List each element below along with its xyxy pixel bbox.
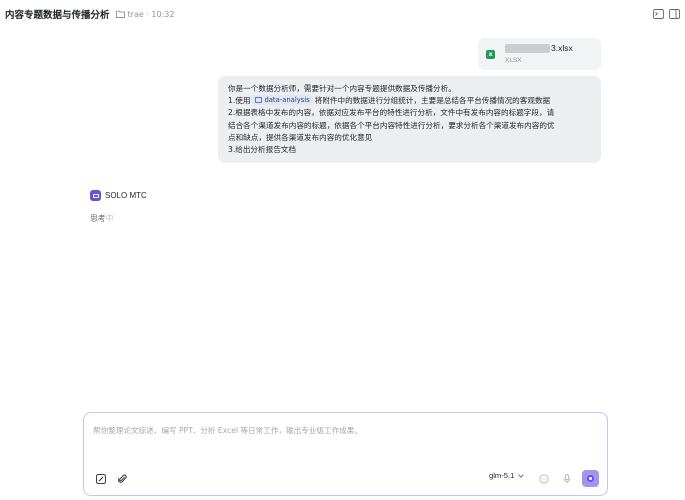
panel-toggle-button[interactable]	[667, 7, 681, 21]
thinking-text: 思考	[90, 214, 106, 223]
chat-mode-button[interactable]	[538, 473, 550, 485]
skill-chip[interactable]: data-analysis	[252, 95, 313, 106]
chat-bubble-icon	[539, 474, 549, 484]
voice-input-button[interactable]	[561, 473, 573, 485]
message-composer[interactable]: 帮你整理论文综述、编写 PPT、分析 Excel 等日常工作，输出专业级工作成果…	[83, 412, 608, 496]
attachment-card[interactable]: x 3.xlsx XLSX	[478, 38, 601, 70]
send-button[interactable]	[582, 470, 599, 487]
attachment-name: 3.xlsx	[551, 43, 573, 53]
message-line: 1.使用 data-analysis 将附件中的数据进行分组统计，主要是总结各平台传…	[228, 95, 592, 107]
edit-mode-button[interactable]	[95, 473, 107, 485]
top-bar: 内容专题数据与传播分析 trae · 10:32	[0, 0, 685, 28]
message-line: 点和缺点，提供各渠道发布内容的优化意见	[228, 132, 373, 142]
terminal-button[interactable]	[651, 7, 665, 21]
edit-box-icon	[96, 474, 106, 484]
side-panel-icon	[668, 9, 680, 19]
skill-chip-label: data-analysis	[264, 96, 310, 105]
microphone-icon	[563, 474, 571, 484]
message-text: 1.使用	[228, 96, 251, 106]
user-message: 你是一个数据分析师，需要针对一个内容专题提供数据及传播分析。 1.使用 data-…	[218, 76, 601, 163]
thinking-status: 思考中	[90, 213, 113, 224]
skill-icon	[255, 97, 263, 104]
agent-name: SOLO MTC	[105, 191, 147, 200]
thinking-text-dim: 中	[105, 214, 114, 223]
redacted-filename	[505, 44, 550, 53]
chevron-down-icon	[518, 473, 525, 478]
message-line: 3.给出分析报告文档	[228, 145, 296, 155]
message-line: 结合各个渠道发布内容的标题，依据各个平台内容特性进行分析，要求分析各个渠道发布内…	[228, 120, 555, 130]
paperclip-icon	[117, 474, 127, 483]
attachment-type: XLSX	[505, 57, 522, 64]
message-text: 将附件中的数据进行分组统计，主要是总结各平台传播情况的客观数据	[314, 96, 551, 106]
record-icon	[587, 475, 594, 482]
model-selector[interactable]: glm-5.1	[489, 471, 525, 480]
assistant-header: SOLO MTC	[90, 190, 147, 201]
project-meta[interactable]: trae · 10:32	[115, 9, 175, 19]
project-meta-text: trae · 10:32	[127, 9, 175, 19]
terminal-icon	[652, 9, 664, 19]
model-name: glm-5.1	[489, 471, 515, 480]
excel-file-icon: x	[486, 50, 495, 59]
message-line: 你是一个数据分析师，需要针对一个内容专题提供数据及传播分析。	[228, 84, 456, 93]
attach-button[interactable]	[116, 473, 128, 485]
composer-placeholder[interactable]: 帮你整理论文综述、编写 PPT、分析 Excel 等日常工作，输出专业级工作成果…	[93, 425, 362, 436]
page-title: 内容专题数据与传播分析	[5, 10, 110, 21]
message-line: 2.根据表格中发布的内容，依据对应发布平台的特性进行分析，文件中有发布内容的标题…	[228, 108, 555, 118]
folder-icon	[115, 10, 125, 18]
agent-avatar-icon	[90, 190, 101, 201]
